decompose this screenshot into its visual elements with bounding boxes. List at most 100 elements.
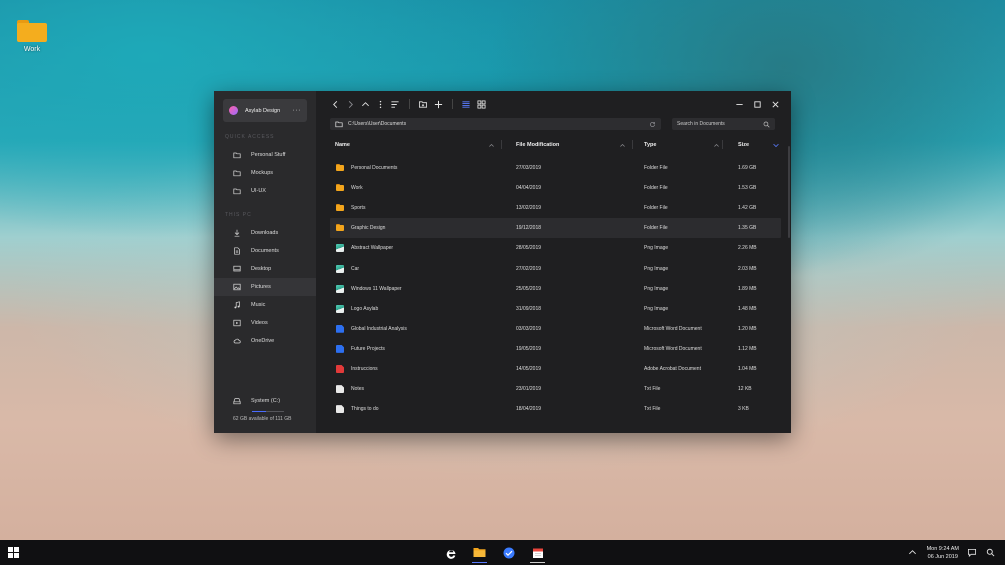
minimize-button[interactable] — [732, 97, 746, 111]
download-icon — [234, 229, 240, 237]
toolbar-divider — [452, 99, 453, 109]
folder-icon — [336, 164, 344, 172]
list-view-button[interactable] — [459, 97, 473, 111]
column-header-type[interactable]: Type — [644, 142, 724, 148]
file-name: Future Projects — [351, 345, 385, 352]
column-header-file-modification[interactable]: File Modification — [516, 142, 626, 148]
column-divider — [501, 140, 502, 149]
sidebar-item-personal-stuff[interactable]: Personal Stuff — [214, 146, 316, 164]
sidebar-item-videos[interactable]: Videos — [214, 314, 316, 332]
table-row[interactable]: Notes 23/01/2019 Txt File 12 KB — [330, 379, 781, 399]
scrollbar[interactable] — [788, 146, 790, 238]
sidebar-item-label: Pictures — [251, 284, 271, 290]
column-header-size[interactable]: Size — [738, 142, 788, 148]
sidebar: Asylab Design ··· QUICK ACCESS Personal … — [214, 91, 316, 433]
sidebar-item-ui-ux[interactable]: UI-UX — [214, 182, 316, 200]
drive-status[interactable]: System (C:) 62 GB available of 111 GB — [214, 397, 316, 423]
address-bar[interactable]: C:\Users\User\Documents — [330, 118, 661, 130]
chevron-up-icon — [714, 143, 719, 147]
start-button[interactable] — [8, 547, 19, 558]
avatar — [229, 106, 238, 115]
taskbar-edge[interactable] — [436, 540, 465, 565]
table-row[interactable]: Work 04/04/2019 Folder File 1.53 GB — [330, 178, 781, 198]
file-size: 1.04 MB — [738, 365, 757, 372]
sidebar-item-onedrive[interactable]: OneDrive — [214, 332, 316, 350]
more-button[interactable] — [373, 97, 387, 111]
sidebar-item-desktop[interactable]: Desktop — [214, 260, 316, 278]
notification-icon[interactable] — [967, 548, 977, 557]
table-row[interactable]: Car 27/02/2019 Png Image 2.03 MB — [330, 258, 781, 278]
file-name: Car — [351, 265, 360, 272]
file-size: 2.03 MB — [738, 265, 757, 272]
table-row[interactable]: Personal Documents 27/03/2019 Folder File 1… — [330, 158, 781, 178]
table-row[interactable]: Global Industrial Analysis 03/03/2019 Micr… — [330, 319, 781, 339]
taskbar-file-explorer[interactable] — [465, 540, 494, 565]
plus-icon — [434, 100, 442, 108]
search-icon[interactable] — [986, 548, 995, 557]
drive-label: System (C:) — [251, 397, 281, 404]
search-icon[interactable] — [763, 121, 770, 128]
more-options-icon[interactable]: ··· — [293, 107, 302, 114]
back-button[interactable] — [328, 97, 342, 111]
taskbar-mail[interactable] — [494, 540, 523, 565]
quick-access-list: Personal Stuff Mockups UI-UX — [214, 146, 316, 200]
account-button[interactable]: Asylab Design ··· — [223, 99, 307, 122]
grid-view-icon — [476, 99, 486, 109]
table-row[interactable]: Graphic Design 19/12/2018 Folder File 1.35 … — [330, 218, 781, 239]
search-input[interactable] — [677, 121, 763, 127]
file-name-cell: Windows 11 Wallpaper — [336, 279, 402, 299]
forward-button[interactable] — [343, 97, 357, 111]
grid-view-button[interactable] — [474, 97, 488, 111]
chevron-up-icon[interactable] — [908, 548, 917, 557]
file-explorer-window: Asylab Design ··· QUICK ACCESS Personal … — [214, 91, 791, 433]
file-modified: 23/01/2019 — [516, 386, 542, 393]
taskbar-calendar[interactable] — [523, 540, 552, 565]
sidebar-item-documents[interactable]: Documents — [214, 242, 316, 260]
file-type: Folder File — [644, 185, 668, 192]
folder-icon — [336, 224, 344, 232]
file-modified: 28/05/2019 — [516, 245, 542, 252]
table-row[interactable]: Things to do 18/04/2019 Txt File 3 KB — [330, 399, 781, 419]
new-folder-button[interactable] — [416, 97, 430, 111]
toolbar — [316, 91, 791, 117]
sort-button[interactable] — [388, 97, 402, 111]
clock[interactable]: Mon 9:24 AM 06 Jun 2019 — [927, 545, 959, 561]
up-button[interactable] — [358, 97, 372, 111]
file-name: Instruccions — [351, 365, 378, 372]
table-row[interactable]: Windows 11 Wallpaper 25/05/2019 Png Image 1… — [330, 279, 781, 299]
sidebar-item-pictures[interactable]: Pictures — [214, 278, 316, 296]
file-name-cell: Global Industrial Analysis — [336, 319, 407, 339]
folder-icon — [336, 204, 344, 212]
file-size: 1.53 GB — [738, 185, 757, 192]
sidebar-item-label: Desktop — [251, 266, 272, 272]
desktop-work-folder[interactable]: Work — [14, 16, 50, 53]
table-row[interactable]: Logo Asylab 31/09/2018 Png Image 1.48 MB — [330, 299, 781, 319]
column-header-name[interactable]: Name — [335, 142, 495, 148]
file-name-cell: Car — [336, 258, 359, 278]
mail-icon — [503, 547, 514, 558]
table-row[interactable]: Future Projects 19/05/2019 Microsoft Word … — [330, 339, 781, 359]
windows-logo-icon-part — [14, 553, 19, 558]
music-icon — [234, 301, 240, 309]
pdf-document-icon — [336, 364, 344, 373]
sidebar-item-music[interactable]: Music — [214, 296, 316, 314]
file-name-cell: Future Projects — [336, 339, 385, 359]
close-button[interactable] — [768, 97, 782, 111]
sidebar-item-label: Downloads — [251, 230, 279, 236]
refresh-icon[interactable] — [649, 121, 656, 128]
file-type: Png Image — [644, 285, 669, 292]
add-button[interactable] — [431, 97, 445, 111]
file-explorer-icon — [473, 548, 486, 557]
table-row[interactable]: Abstract Wallpaper 28/05/2019 Png Image 2.2… — [330, 238, 781, 258]
file-name-cell: Logo Asylab — [336, 299, 378, 319]
maximize-button[interactable] — [750, 97, 764, 111]
text-file-icon — [336, 385, 344, 394]
table-row[interactable]: Instruccions 14/05/2019 Adobe Acrobat Docu… — [330, 359, 781, 379]
sidebar-item-mockups[interactable]: Mockups — [214, 164, 316, 182]
chevron-up-icon — [361, 101, 369, 106]
file-name-cell: Things to do — [336, 399, 379, 419]
chevron-right-icon — [348, 100, 353, 108]
file-size: 12 KB — [738, 386, 752, 393]
table-row[interactable]: Sports 13/02/2019 Folder File 1.42 GB — [330, 198, 781, 218]
sidebar-item-downloads[interactable]: Downloads — [214, 224, 316, 242]
